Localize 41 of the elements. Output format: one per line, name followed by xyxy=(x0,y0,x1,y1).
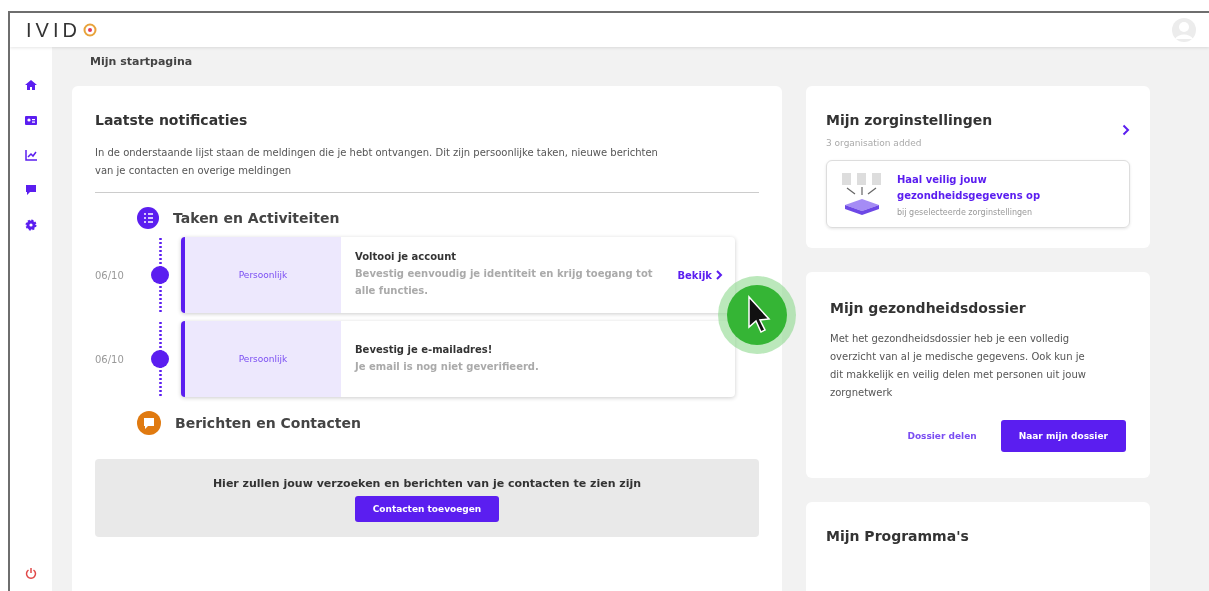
line-chart-icon[interactable] xyxy=(25,149,37,161)
chevron-right-icon[interactable] xyxy=(1122,124,1130,136)
timeline-heading: Taken en Activiteiten xyxy=(173,210,340,226)
dossier-description: Met het gezondheidsdossier heb je een volledig overzicht van al je medische gegevens. Ook kun je dit makkelijk en veilig delen met personen uit jouw zorgnetwerk xyxy=(830,332,1087,400)
promo-title: Haal veilig jouw gezondheidsgegevens op xyxy=(897,172,1042,203)
section-title: Laatste notificaties xyxy=(95,112,249,128)
settings-icon[interactable] xyxy=(25,219,37,231)
task-card[interactable]: Persoonlijk Bevestig je e-mailadres! Je email is nog niet geverifieerd. xyxy=(181,321,735,397)
chevron-right-icon[interactable] xyxy=(716,270,723,280)
page-title: Mijn startpagina xyxy=(90,55,194,70)
timeline-heading: Berichten en Contacten xyxy=(175,415,361,431)
logo-text: IVID xyxy=(26,18,81,42)
card-title: Mijn Programma's xyxy=(826,528,970,544)
card-title: Mijn gezondheidsdossier xyxy=(830,300,1027,316)
empty-state-text: Hier zullen jouw verzoeken en berichten van je contacten te zien zijn xyxy=(212,477,642,490)
promo-card[interactable]: Haal veilig jouw gezondheidsgegevens op bij geselecteerde zorginstellingen xyxy=(826,160,1130,228)
message-icon xyxy=(137,411,161,435)
task-list-icon xyxy=(137,207,159,229)
power-icon[interactable] xyxy=(25,567,37,579)
date-label: 06/10 xyxy=(95,353,125,365)
task-description: Bevestig eenvoudig je identiteit en krijg toegang tot alle functies. xyxy=(355,267,654,298)
share-dossier-link[interactable]: Dossier delen xyxy=(907,431,977,441)
card-subtitle: 3 organisation added xyxy=(826,138,923,148)
chat-icon[interactable] xyxy=(25,184,37,196)
task-title: Bevestig je e-mailadres! xyxy=(355,343,494,355)
promo-subtitle: bij geselecteerde zorginstellingen xyxy=(897,207,1034,217)
task-title: Voltooi je account xyxy=(355,251,458,262)
open-dossier-button[interactable]: Naar mijn dossier xyxy=(1000,420,1126,452)
card-title: Mijn zorginstellingen xyxy=(826,112,993,128)
date-label: 06/10 xyxy=(95,269,125,281)
timeline-dot xyxy=(151,266,169,284)
id-card-icon[interactable] xyxy=(25,114,37,126)
intro-text: In de onderstaande lijst staan de meldingen die je hebt ontvangen. Dit zijn persoonlijke taken, nieuwe berichten van je contacten en overige meldingen xyxy=(95,146,659,178)
timeline-dot xyxy=(151,350,169,368)
add-contacts-button[interactable]: Contacten toevoegen xyxy=(354,496,500,522)
category-tag: Persoonlijk xyxy=(185,321,341,397)
home-icon[interactable] xyxy=(25,79,37,91)
logo-ring-icon xyxy=(82,23,97,37)
category-tag: Persoonlijk xyxy=(185,237,341,313)
view-link[interactable]: Bekijk xyxy=(677,237,735,313)
task-description: Je email is nog niet geverifieerd. xyxy=(355,359,540,374)
